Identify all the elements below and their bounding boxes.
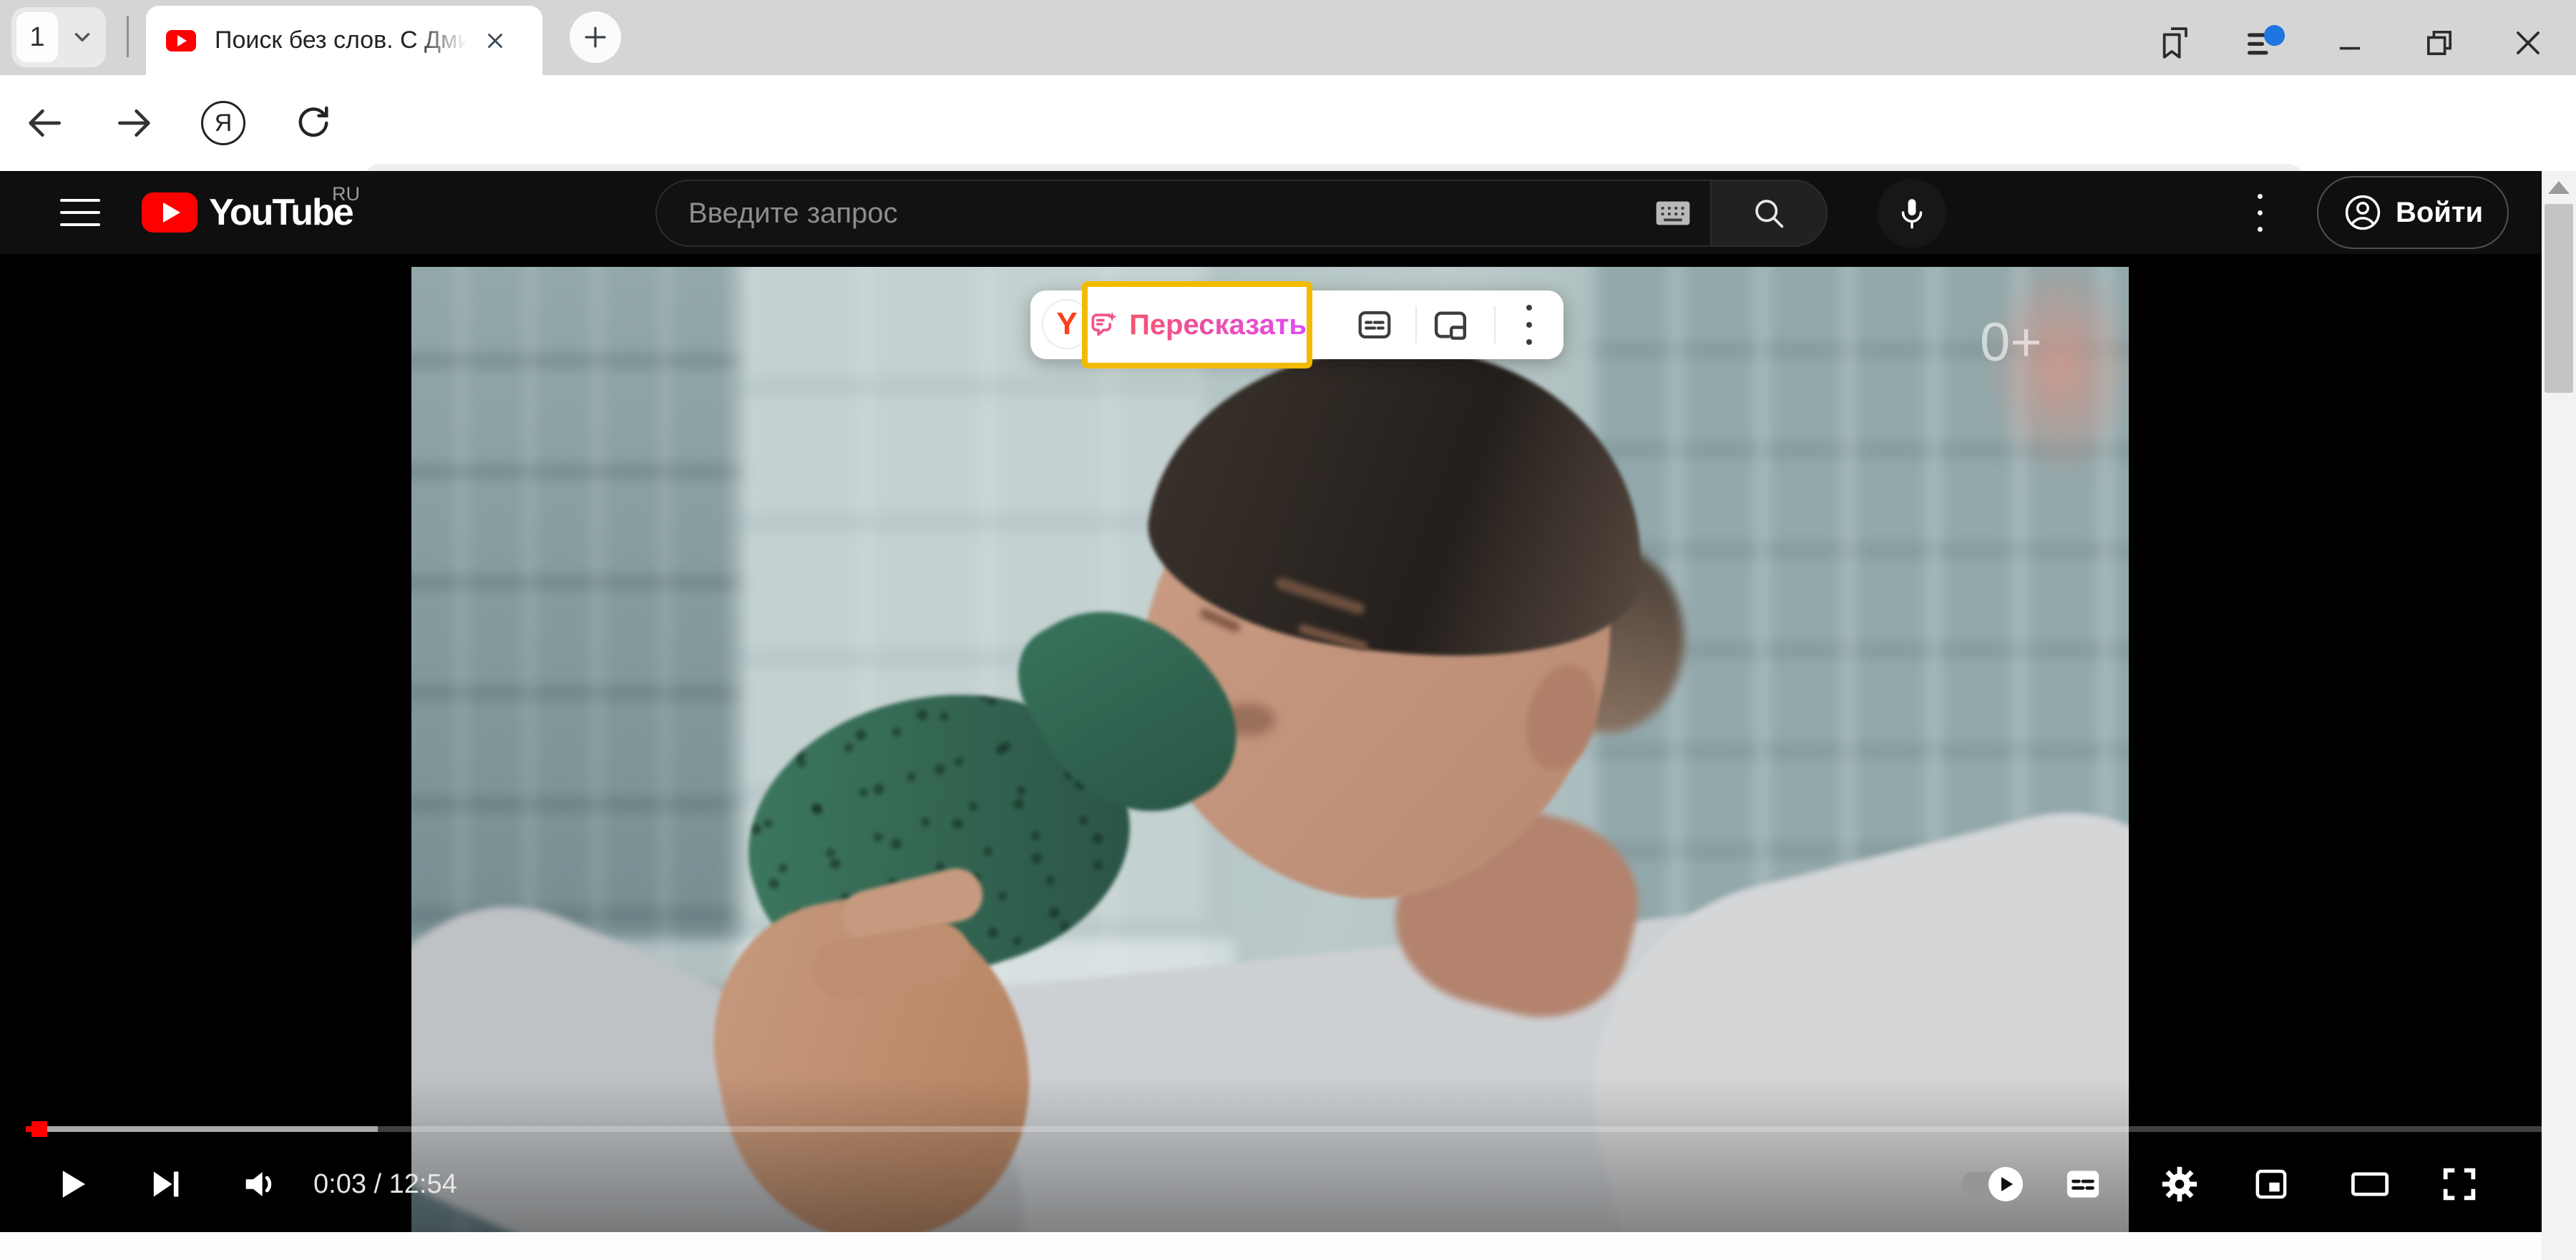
age-rating-badge: 0+	[1980, 311, 2042, 373]
tab-count: 1	[16, 12, 58, 62]
close-window-button[interactable]	[2496, 13, 2560, 73]
overlay-separator	[1494, 306, 1496, 343]
browser-window: 1 Поиск без слов. С Дмит	[0, 0, 2576, 1260]
tab-separator	[127, 16, 129, 57]
browser-toolbar: Я www.youtube.com Поиск без слов. С Дмит…	[0, 75, 2576, 171]
volume-button[interactable]	[217, 1148, 303, 1220]
overlay-pip-icon[interactable]	[1428, 303, 1473, 346]
youtube-logo-icon[interactable]	[142, 192, 197, 233]
hamburger-menu-icon[interactable]	[52, 193, 109, 232]
profile-button[interactable]	[2234, 13, 2298, 73]
youtube-favicon-icon	[166, 30, 196, 52]
sign-in-label: Войти	[2396, 197, 2483, 229]
settings-gear-icon[interactable]	[2137, 1148, 2223, 1220]
youtube-header: YouTube RU	[0, 171, 2576, 254]
progress-playhead[interactable]	[31, 1121, 47, 1137]
play-button[interactable]	[28, 1148, 114, 1220]
miniplayer-button[interactable]	[2228, 1148, 2314, 1220]
video-scene	[411, 267, 2129, 1233]
video-player: 0+ Y Пересказать	[0, 254, 2576, 1232]
page-content-strip	[0, 1232, 2576, 1260]
subtitles-button[interactable]	[2040, 1148, 2126, 1220]
back-button[interactable]	[9, 87, 80, 159]
yandex-search-button[interactable]: Я	[187, 87, 259, 159]
retell-bubble-icon	[1088, 306, 1119, 343]
page-scrollbar[interactable]	[2542, 171, 2576, 1260]
new-tab-button[interactable]	[570, 11, 621, 63]
progress-bar[interactable]	[26, 1126, 2550, 1132]
tab-title: Поиск без слов. С Дмит	[215, 26, 472, 54]
video-frame[interactable]: 0+	[411, 267, 2129, 1233]
search-input[interactable]	[657, 197, 1653, 230]
minimize-button[interactable]	[2318, 13, 2383, 73]
scrollbar-thumb[interactable]	[2545, 204, 2573, 393]
search-field[interactable]	[655, 180, 1710, 247]
reload-button[interactable]	[278, 87, 349, 159]
forward-button[interactable]	[99, 87, 170, 159]
fullscreen-button[interactable]	[2416, 1148, 2502, 1220]
side-panel-bookmarks-icon[interactable]	[2144, 13, 2208, 73]
overlay-more-kebab-icon[interactable]	[1507, 303, 1551, 346]
youtube-wordmark[interactable]: YouTube	[209, 191, 353, 234]
yandex-video-overlay: Y Пересказать	[1030, 290, 1563, 359]
scrollbar-up-arrow-icon[interactable]	[2548, 181, 2570, 194]
youtube-region-badge: RU	[332, 183, 360, 205]
tab-close-icon[interactable]	[477, 22, 514, 59]
youtube-settings-kebab-icon[interactable]	[2231, 177, 2288, 248]
restore-window-button[interactable]	[2407, 13, 2472, 73]
yandex-letter: Я	[201, 101, 245, 145]
retell-button-highlighted[interactable]: Пересказать	[1082, 281, 1312, 368]
next-video-button[interactable]	[122, 1148, 208, 1220]
tab-bar: 1 Поиск без слов. С Дмит	[0, 0, 2576, 75]
avatar-icon	[2343, 192, 2383, 233]
progress-buffered	[26, 1126, 378, 1132]
keyboard-icon[interactable]	[1653, 196, 1693, 230]
time-display: 0:03 / 12:54	[313, 1148, 457, 1220]
search-button[interactable]	[1710, 180, 1828, 247]
autoplay-toggle[interactable]	[1948, 1148, 2034, 1220]
overlay-separator	[1415, 306, 1417, 343]
chevron-down-icon[interactable]	[58, 25, 106, 49]
theater-mode-button[interactable]	[2327, 1148, 2413, 1220]
sign-in-button[interactable]: Войти	[2317, 176, 2509, 249]
active-tab[interactable]: Поиск без слов. С Дмит	[146, 6, 542, 75]
voice-search-mic-icon[interactable]	[1878, 179, 1946, 248]
overlay-captions-icon[interactable]	[1352, 303, 1397, 346]
retell-label: Пересказать	[1129, 309, 1307, 341]
tab-counter-button[interactable]: 1	[11, 7, 106, 67]
